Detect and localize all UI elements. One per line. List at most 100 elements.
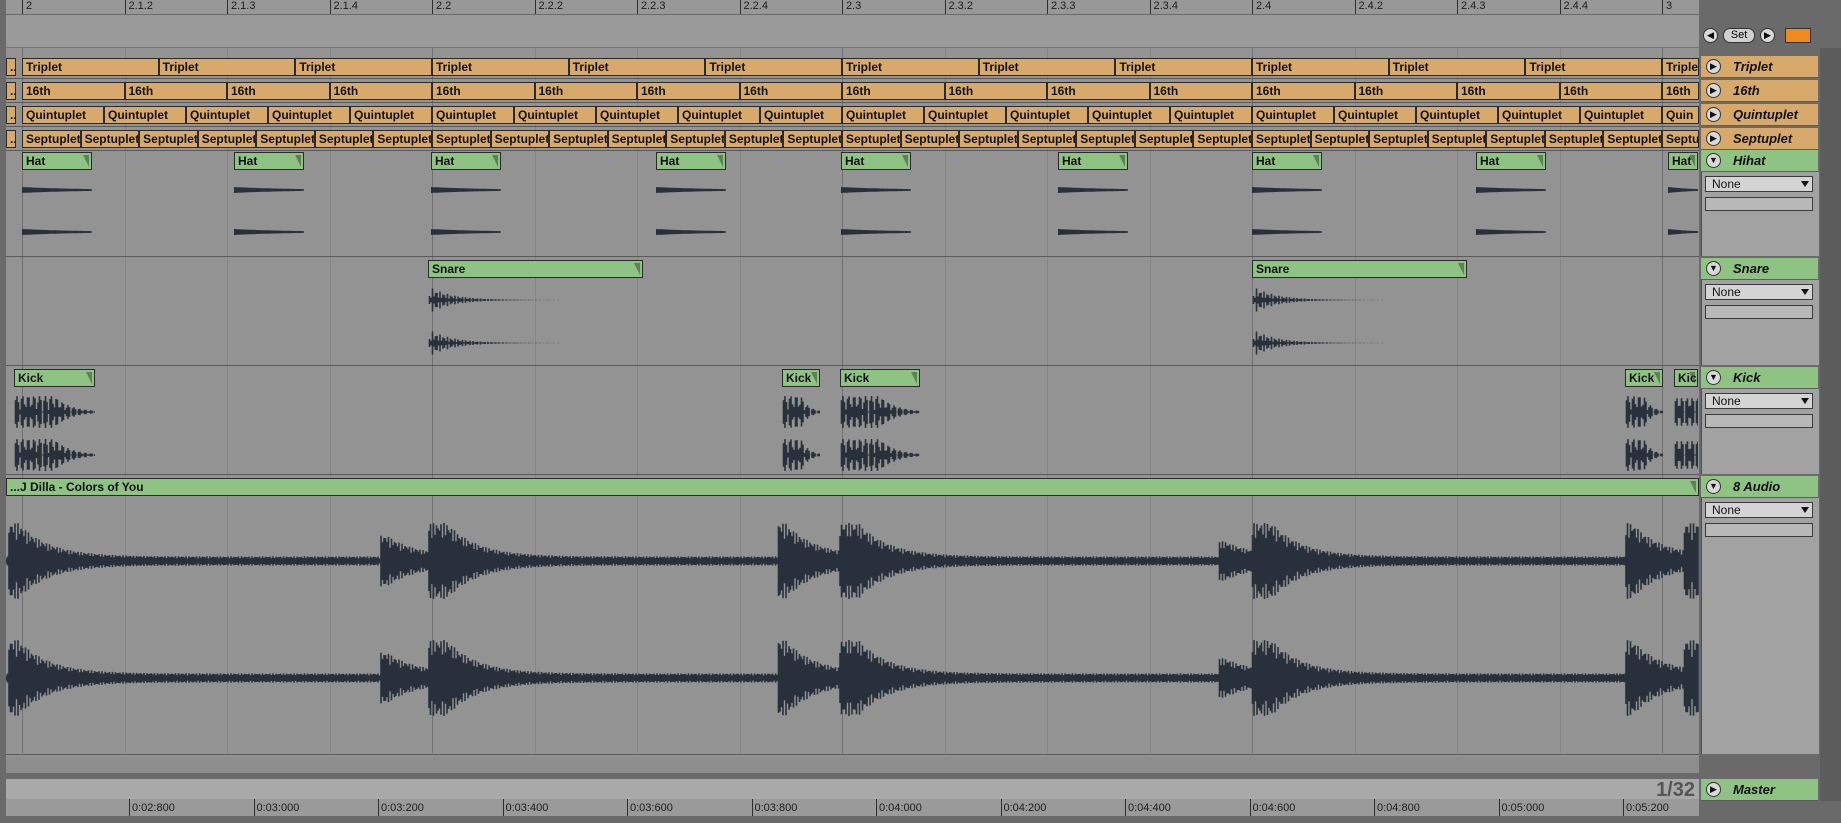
track-header-16th[interactable]: ▶ 16th	[1701, 80, 1818, 102]
clip-16th[interactable]: 16th	[842, 82, 945, 100]
set-locator-button[interactable]: Set	[1723, 28, 1755, 43]
clip-triplet[interactable]: Triple	[1662, 58, 1699, 76]
arrow-left-icon[interactable]: ◀	[1703, 28, 1718, 43]
clip-kick[interactable]: Kick	[1674, 369, 1698, 387]
play-icon[interactable]: ▶	[1706, 782, 1721, 797]
clip-16th[interactable]: 16th	[1457, 82, 1560, 100]
track-header-septuplet[interactable]: ▶ Septuplet	[1701, 128, 1818, 150]
clip-septuplet[interactable]: Septuplet	[1017, 130, 1077, 148]
fold-icon[interactable]: ▼	[1706, 370, 1721, 385]
fold-icon[interactable]: ▼	[1706, 479, 1721, 494]
clip-16th[interactable]: 16th	[1559, 82, 1662, 100]
clip-septuplet[interactable]: Septuplet	[607, 130, 667, 148]
input-channel-field[interactable]	[1705, 523, 1813, 537]
track-header-kick[interactable]: ▼ Kick	[1701, 367, 1818, 389]
clip-16th[interactable]: 16th	[534, 82, 637, 100]
clip-septuplet[interactable]: Septuplet	[22, 130, 81, 148]
input-channel-field[interactable]	[1705, 197, 1813, 211]
clip-truncated[interactable]: ...	[6, 58, 16, 76]
clip-septuplet[interactable]: Septuplet	[490, 130, 550, 148]
clip-triplet[interactable]: Triplet	[568, 58, 706, 76]
clip-quintuplet[interactable]: Quintuplet	[596, 106, 678, 124]
clip-quintuplet[interactable]: Quintuplet	[514, 106, 596, 124]
track-header-triplet[interactable]: ▶ Triplet	[1701, 56, 1818, 78]
clip-septuplet[interactable]: Septuplet	[1369, 130, 1428, 148]
clip-septuplet[interactable]: Septuplet	[724, 130, 784, 148]
clip-hat[interactable]: Hat	[1058, 152, 1128, 170]
clip-septuplet[interactable]: Septuplet	[432, 130, 491, 148]
input-select[interactable]: None	[1705, 176, 1813, 192]
clip-quintuplet[interactable]: Quintuplet	[678, 106, 760, 124]
clip-16th[interactable]: 16th	[1149, 82, 1252, 100]
clip-septuplet[interactable]: Septuplet	[314, 130, 374, 148]
clip-16th[interactable]: 16th	[227, 82, 330, 100]
clip-quintuplet[interactable]: Quintuplet	[432, 106, 514, 124]
clip-septuplet[interactable]: Septuplet	[1252, 130, 1311, 148]
clip-hat[interactable]: Hat	[1668, 152, 1698, 170]
input-select[interactable]: None	[1705, 502, 1813, 518]
clip-triplet[interactable]: Triplet	[158, 58, 296, 76]
clip-quintuplet[interactable]: Quintuplet	[350, 106, 432, 124]
clip-quintuplet[interactable]: Quintuplet	[842, 106, 924, 124]
clip-hat[interactable]: Hat	[22, 152, 92, 170]
clip-16th[interactable]: 16th	[1354, 82, 1457, 100]
input-select[interactable]: None	[1705, 284, 1813, 300]
clip-septuplet[interactable]: Septuplet	[1076, 130, 1135, 148]
clip-hat[interactable]: Hat	[656, 152, 726, 170]
clip-kick[interactable]: Kick	[1625, 369, 1663, 387]
clip-quintuplet[interactable]: Quintuplet	[22, 106, 104, 124]
fold-icon[interactable]: ▼	[1706, 261, 1721, 276]
clip-quintuplet[interactable]: Quintuplet	[1088, 106, 1170, 124]
clip-septuplet[interactable]: Septuplet	[373, 130, 432, 148]
play-icon[interactable]: ▶	[1706, 83, 1721, 98]
clip-audio-main[interactable]: ...J Dilla - Colors of You	[6, 478, 1699, 496]
clip-quintuplet[interactable]: Quintuplet	[1416, 106, 1498, 124]
clip-septuplet[interactable]: Septuplet	[1544, 130, 1604, 148]
clip-quintuplet[interactable]: Quintuplet	[924, 106, 1006, 124]
track-header-master[interactable]: ▶ Master	[1701, 779, 1818, 801]
clip-hat[interactable]: Hat	[1252, 152, 1322, 170]
clip-kick[interactable]: Kick	[840, 369, 920, 387]
input-channel-field[interactable]	[1705, 414, 1813, 428]
clip-hat[interactable]: Hat	[234, 152, 304, 170]
clip-quintuplet[interactable]: Quintuplet	[1334, 106, 1416, 124]
clip-septuplet[interactable]: Septuplet	[1310, 130, 1370, 148]
clip-septuplet[interactable]: Septuplet	[139, 130, 198, 148]
track-header-quintuplet[interactable]: ▶ Quintuplet	[1701, 104, 1818, 126]
clip-16th[interactable]: 16th	[432, 82, 535, 100]
clip-triplet[interactable]: Triplet	[432, 58, 569, 76]
clip-hat[interactable]: Hat	[841, 152, 911, 170]
clip-snare[interactable]: Snare	[1252, 260, 1467, 278]
clip-quintuplet[interactable]: Quintuplet	[1170, 106, 1252, 124]
clip-triplet[interactable]: Triplet	[842, 58, 979, 76]
play-icon[interactable]: ▶	[1706, 131, 1721, 146]
input-channel-field[interactable]	[1705, 305, 1813, 319]
clip-septuplet[interactable]: Septuplet	[959, 130, 1018, 148]
input-select[interactable]: None	[1705, 393, 1813, 409]
clip-septuplet[interactable]: Septuplet	[666, 130, 725, 148]
clip-triplet[interactable]: Triplet	[978, 58, 1116, 76]
play-icon[interactable]: ▶	[1706, 59, 1721, 74]
clip-quintuplet[interactable]: Quintuplet	[1498, 106, 1580, 124]
time-ruler[interactable]: 0:02:800 0:03:000 0:03:200 0:03:400 0:03:600…	[6, 799, 1699, 816]
track-header-8-audio[interactable]: ▼ 8 Audio	[1701, 476, 1818, 498]
clip-snare[interactable]: Snare	[428, 260, 643, 278]
horizontal-scrollbar[interactable]	[6, 757, 1699, 773]
lock-icon[interactable]	[1785, 28, 1811, 43]
clip-septuplet[interactable]: Septuplet	[842, 130, 901, 148]
beat-time-ruler[interactable]: 2 2.1.2 2.1.3 2.1.4 2.2 2.2.2 2.2.3 2.2.4 2.3 2.3…	[6, 0, 1699, 15]
clip-quintuplet[interactable]: Quintuplet	[1580, 106, 1662, 124]
track-header-snare[interactable]: ▼ Snare	[1701, 258, 1818, 280]
clip-septuplet[interactable]: Septuplet	[197, 130, 257, 148]
clip-septuplet[interactable]: Septuplet	[1193, 130, 1252, 148]
clip-hat[interactable]: Hat	[431, 152, 501, 170]
fold-icon[interactable]: ▼	[1706, 153, 1721, 168]
clip-septuplet[interactable]: Septuplet	[1134, 130, 1194, 148]
clip-septuplet[interactable]: Septuplet	[783, 130, 842, 148]
clip-truncated[interactable]: ...	[6, 82, 16, 100]
clip-triplet[interactable]: Triplet	[1252, 58, 1389, 76]
clip-quintuplet[interactable]: Quintuplet	[104, 106, 186, 124]
clip-triplet[interactable]: Triplet	[1525, 58, 1662, 76]
clip-16th[interactable]: 16th	[124, 82, 227, 100]
clip-quintuplet[interactable]: Quintuplet	[268, 106, 350, 124]
